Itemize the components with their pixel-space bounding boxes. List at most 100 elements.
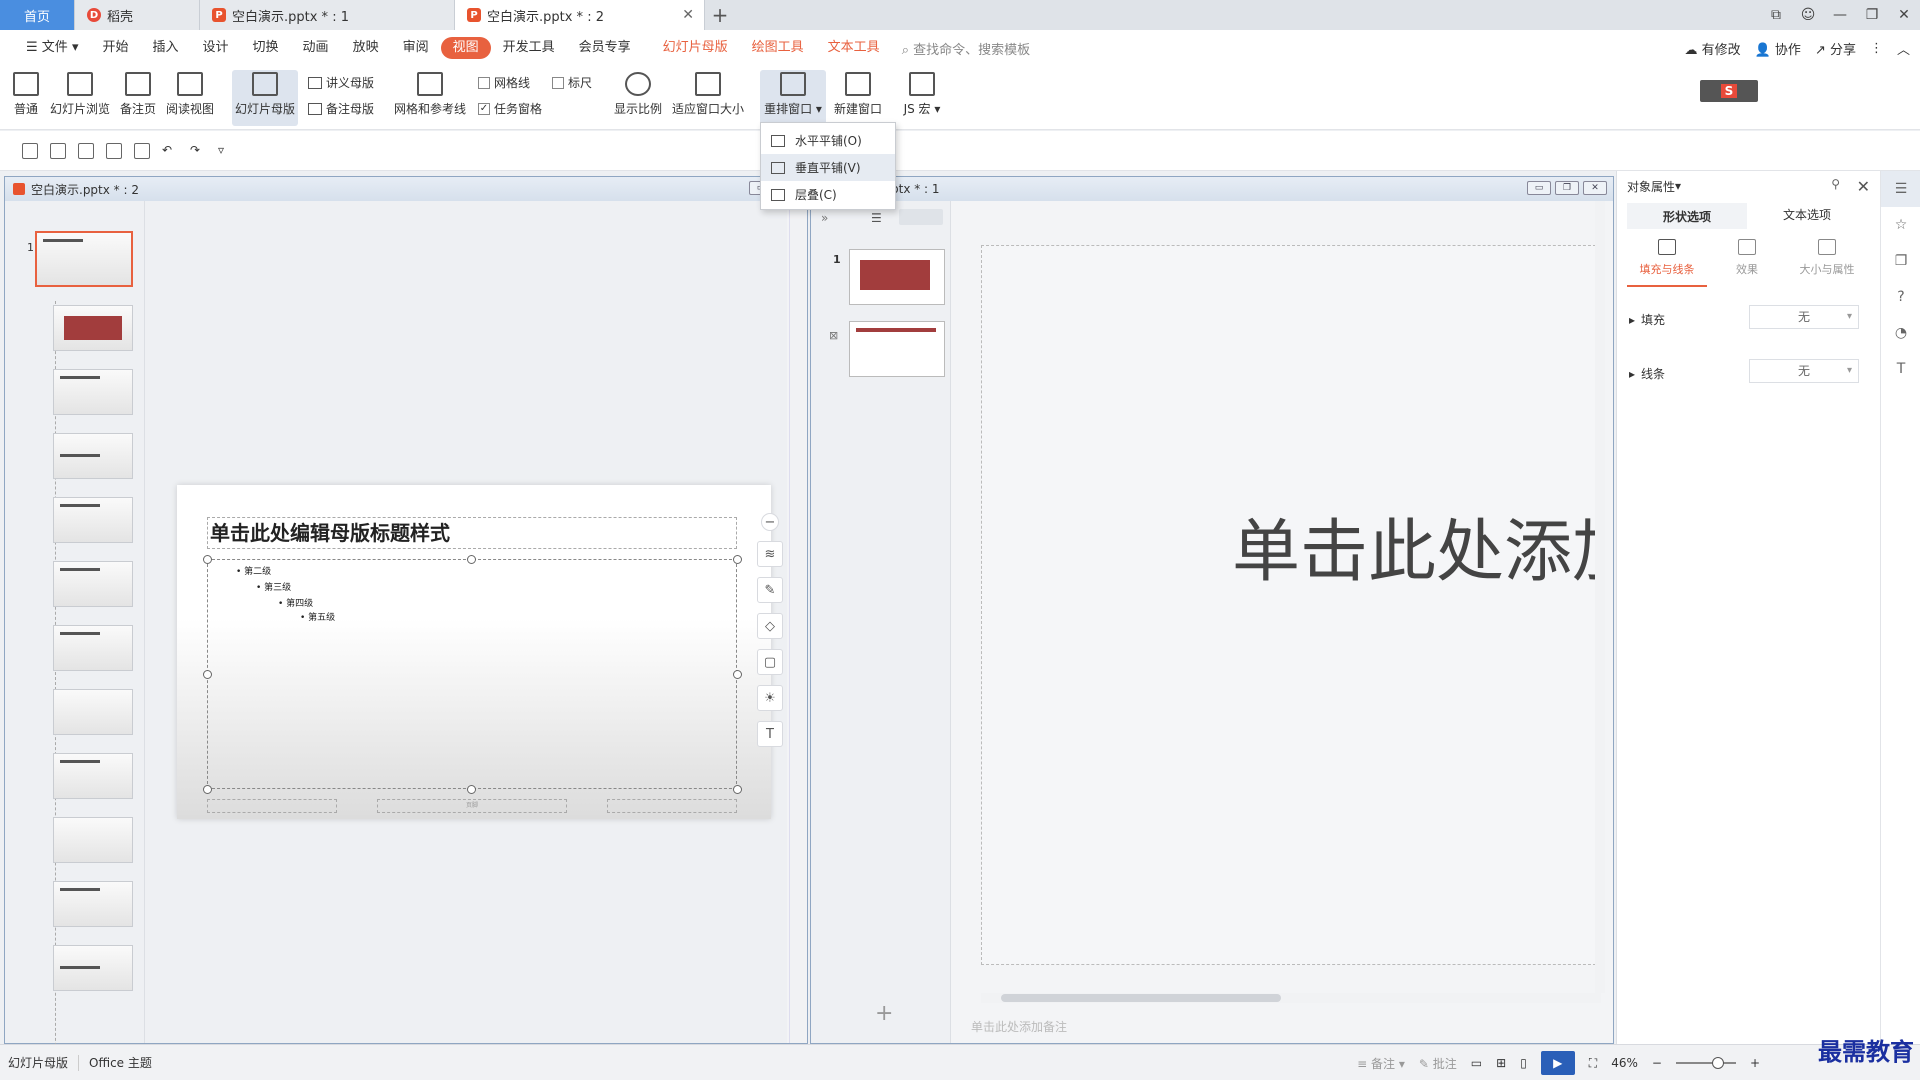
tab-doc-1[interactable]: P 空白演示.pptx * : 1 [200,0,455,30]
master-thumb[interactable] [35,231,133,287]
zoom-in-icon[interactable]: + [1750,1056,1760,1070]
menu-developer[interactable]: 开发工具 [491,37,567,59]
restore-icon[interactable]: ❐ [1856,7,1888,23]
menu-insert[interactable]: 插入 [141,37,191,59]
layout-thumb[interactable] [53,945,133,991]
slides-view-toggle[interactable] [899,209,943,225]
zoom-value[interactable]: 46% [1611,1056,1638,1070]
has-changes-button[interactable]: ☁ 有修改 [1684,39,1740,58]
close-icon[interactable]: ✕ [1583,181,1607,195]
menu-slide-master[interactable]: 幻灯片母版 [651,37,740,59]
menu-slideshow[interactable]: 放映 [341,37,391,59]
menu-animations[interactable]: 动画 [291,37,341,59]
close-icon[interactable]: ✕ [1857,177,1870,196]
new-window-button[interactable]: 新建窗口 [832,70,884,117]
content-placeholder[interactable]: • 第二级 • 第三级 • 第四级 • 第五级 [207,559,737,789]
notes-master-button[interactable]: 备注母版 [308,100,374,117]
format-painter-icon[interactable] [78,142,94,159]
grid-guides-button[interactable]: 网格和参考线 [392,70,468,117]
print-icon[interactable] [106,142,122,159]
pen-icon[interactable]: ✎ [757,577,783,603]
layout-thumb[interactable] [53,561,133,607]
layout-thumb[interactable] [53,369,133,415]
notes-page-button[interactable]: 备注页 [118,70,158,117]
menu-file[interactable]: ☰ 文件 ▾ [14,37,90,59]
share-button[interactable]: ↗ 分享 [1815,39,1856,58]
help-icon[interactable]: ? [1881,279,1920,315]
menu-review[interactable]: 审阅 [391,37,441,59]
print-preview-icon[interactable] [134,142,150,159]
layout-thumb[interactable] [53,817,133,863]
vertical-scrollbar[interactable] [1595,201,1605,993]
subtab-fill-line[interactable]: 填充与线条 [1627,237,1707,287]
subtab-size-props[interactable]: 大小与属性 [1787,237,1867,287]
slide-transition-icon[interactable]: ❐ [1881,243,1920,279]
collaborate-button[interactable]: 👤 协作 [1755,39,1801,58]
resize-handle[interactable] [733,555,742,564]
comments-toggle[interactable]: ✎ 批注 [1419,1055,1457,1072]
resize-handle[interactable] [733,670,742,679]
bulb-icon[interactable]: ☀ [757,685,783,711]
zoom-button[interactable]: 显示比例 [612,70,664,117]
props-title[interactable]: 对象属性 [1627,178,1675,195]
menu-text-tools[interactable]: 文本工具 [816,37,892,59]
line-select[interactable]: 无 [1749,359,1859,383]
redo-icon[interactable]: ↷ [190,143,206,159]
save-icon[interactable] [50,142,66,159]
command-search[interactable]: ⌕ 查找命令、搜索模板 [902,39,1030,58]
minus-icon[interactable]: − [761,513,779,531]
js-macro-button[interactable]: JS 宏 ▾ [900,70,944,117]
outline-icon[interactable]: ☰ [871,211,882,225]
subtab-effects[interactable]: 效果 [1707,237,1787,287]
layout-thumb[interactable] [53,305,133,351]
resize-handle[interactable] [733,785,742,794]
layers-icon[interactable]: ≋ [757,541,783,567]
user-avatar-icon[interactable]: ☺ [1792,7,1824,23]
title-placeholder-text[interactable]: 单击此处添加 [1232,496,1600,595]
animation-icon[interactable]: ☆ [1881,207,1920,243]
menu-home[interactable]: 开始 [90,37,140,59]
menu-member[interactable]: 会员专享 [567,37,643,59]
sorter-view-icon[interactable]: ⊞ [1496,1056,1506,1070]
layout-thumb[interactable] [53,753,133,799]
normal-view-button[interactable]: 普通 [10,70,42,117]
zoom-out-icon[interactable]: − [1652,1056,1662,1070]
date-placeholder[interactable] [207,799,337,813]
master-slide[interactable]: 单击此处编辑母版标题样式 • 第二级 • 第三级 • 第四级 • 第五级 页脚 [177,485,771,819]
restore-icon[interactable]: ❐ [1555,181,1579,195]
layout-thumb[interactable] [53,433,133,479]
title-placeholder[interactable]: 单击此处编辑母版标题样式 [207,517,737,549]
task-pane-checkbox[interactable]: ✓ 任务窗格 [478,100,542,117]
slide-canvas[interactable]: 单击此处添加 [981,245,1601,965]
gridlines-checkbox[interactable]: 网格线 [478,74,530,91]
slide-thumb[interactable] [849,249,945,305]
layout-thumb[interactable] [53,881,133,927]
menu-view[interactable]: 视图 [440,37,491,59]
layout-thumb[interactable] [53,497,133,543]
cascade-item[interactable]: 层叠(C) [761,181,895,208]
menu-design[interactable]: 设计 [191,37,241,59]
collapse-ribbon-icon[interactable]: ︿ [1897,39,1910,58]
undo-icon[interactable]: ↶ [162,143,178,159]
ruler-checkbox[interactable]: 标尺 [552,74,592,91]
resize-handle[interactable] [203,670,212,679]
paint-icon[interactable]: ◔ [1881,315,1920,351]
minimize-icon[interactable]: ▭ [1527,181,1551,195]
fill-section[interactable]: ▸ 填充 [1629,311,1665,328]
normal-view-icon[interactable]: ▭ [1471,1056,1482,1070]
customize-icon[interactable]: ▿ [218,143,234,159]
handout-master-button[interactable]: 讲义母版 [308,74,374,91]
wps-logo[interactable]: S [1700,80,1758,102]
tab-docer[interactable]: D 稻壳 [75,0,200,30]
window-layout-icon[interactable]: ⧉ [1760,7,1792,23]
footer-placeholder[interactable]: 页脚 [377,799,567,813]
reading-view-button[interactable]: 阅读视图 [164,70,216,117]
fill-select[interactable]: 无 [1749,305,1859,329]
fit-window-button[interactable]: 适应窗口大小 [670,70,746,117]
play-slideshow-button[interactable]: ▶ [1540,1051,1575,1075]
tile-horizontal-item[interactable]: 水平平铺(O) [761,127,895,154]
text-icon[interactable]: T [1881,351,1920,387]
more-icon[interactable]: ⋮ [1870,41,1883,56]
border-icon[interactable]: ▢ [757,649,783,675]
fit-zoom-icon[interactable]: ⛶ [1589,1056,1597,1071]
